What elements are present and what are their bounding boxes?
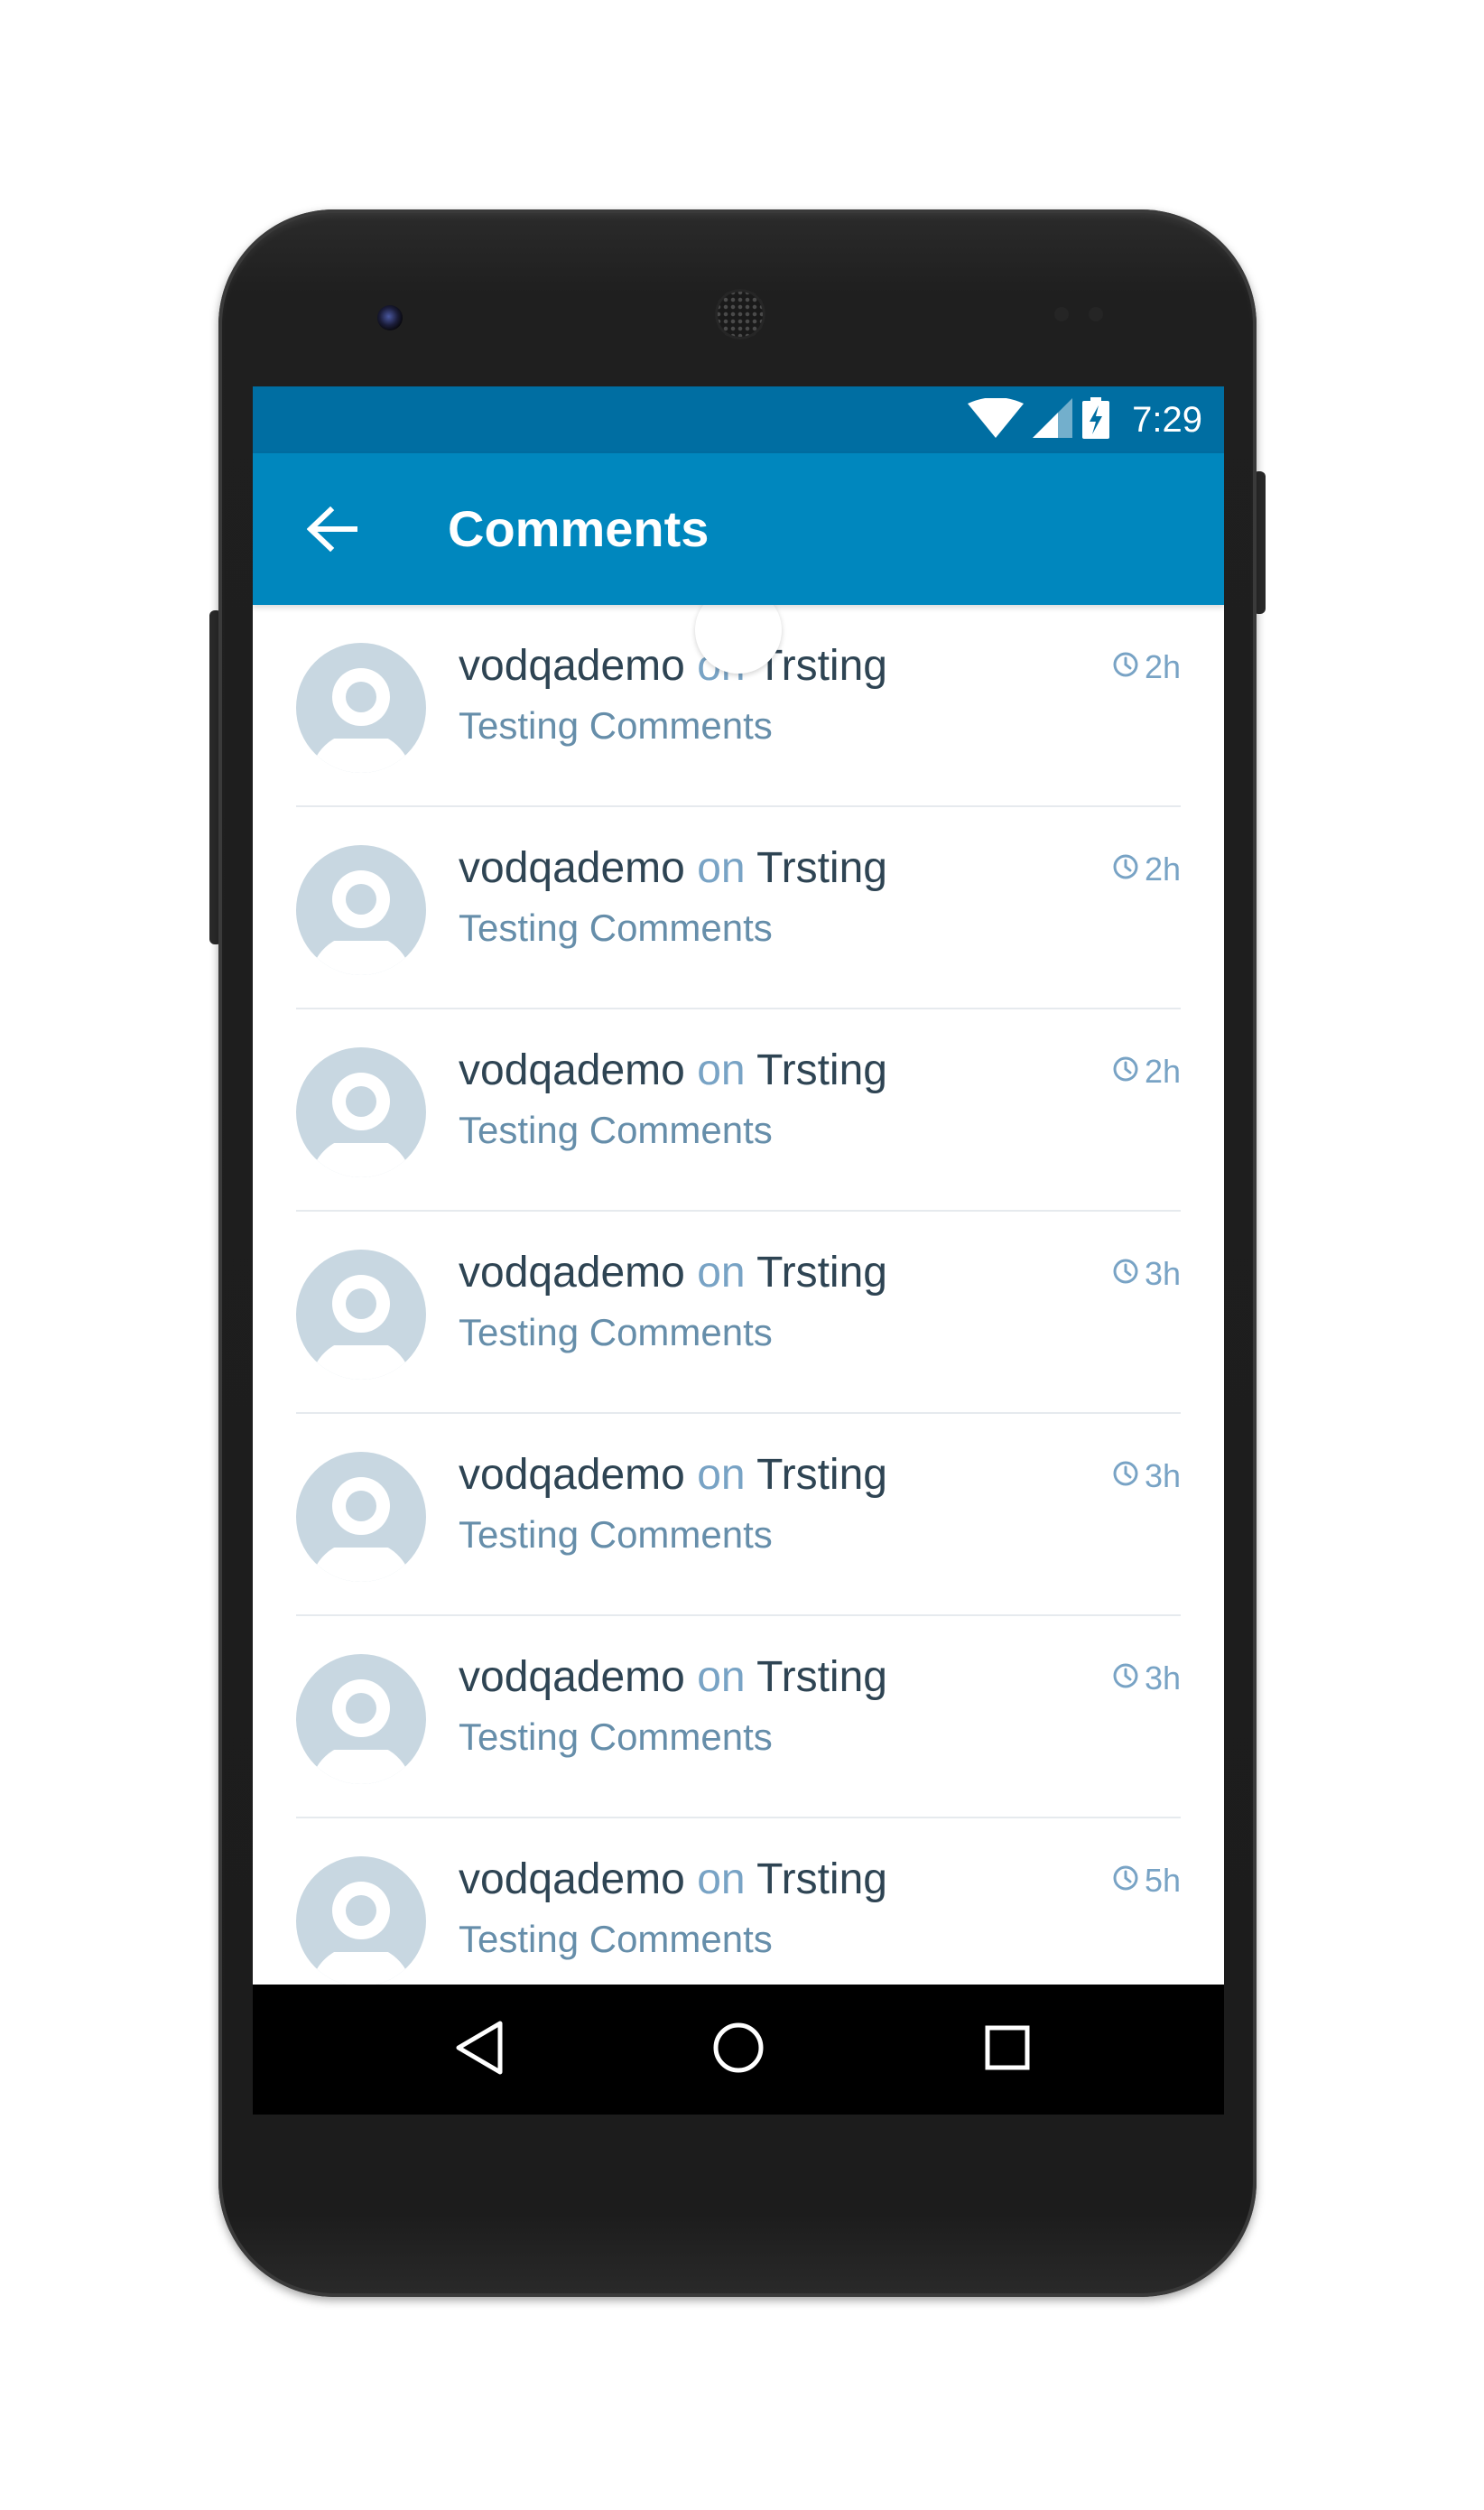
comment-timestamp: 2h <box>1112 648 1181 686</box>
comment-post-title: Trsting <box>756 1046 887 1094</box>
comment-time-label: 2h <box>1144 851 1181 888</box>
comment-connector: on <box>697 1855 746 1903</box>
proximity-sensor <box>1054 307 1069 321</box>
comment-row[interactable]: vodqademo on Trsting Testing Comments 3h <box>253 1212 1224 1414</box>
comment-text: vodqademo on Trsting Testing Comments <box>459 1649 1072 1764</box>
clock-icon <box>1112 1862 1139 1900</box>
comment-body: Testing Comments <box>459 1918 773 1960</box>
light-sensor <box>1089 307 1103 321</box>
comment-body: Testing Comments <box>459 1715 773 1758</box>
comment-title: vodqademo on Trsting <box>459 1851 1072 1909</box>
wifi-icon <box>968 397 1025 442</box>
comment-time-label: 5h <box>1144 1862 1181 1899</box>
avatar[interactable] <box>296 845 426 975</box>
comment-connector: on <box>697 1046 746 1094</box>
clock-icon <box>1112 648 1139 686</box>
comment-author: vodqademo <box>459 844 685 892</box>
recents-square-icon <box>984 2024 1031 2075</box>
status-bar: 7:29 <box>253 386 1224 453</box>
comment-timestamp: 3h <box>1112 1255 1181 1293</box>
clock-icon <box>1112 1659 1139 1697</box>
comment-time-label: 2h <box>1144 1053 1181 1090</box>
comment-time-label: 3h <box>1144 1255 1181 1292</box>
clock-icon <box>1112 1053 1139 1091</box>
comment-body: Testing Comments <box>459 1311 773 1353</box>
comment-row[interactable]: vodqademo on Trsting Testing Comments 3h <box>253 1616 1224 1818</box>
comment-time-label: 3h <box>1144 1659 1181 1697</box>
comment-title: vodqademo on Trsting <box>459 1244 1072 1302</box>
avatar[interactable] <box>296 1654 426 1784</box>
comment-title: vodqademo on Trsting <box>459 1446 1072 1504</box>
comment-title: vodqademo on Trsting <box>459 840 1072 897</box>
comment-text: vodqademo on Trsting Testing Comments <box>459 1244 1072 1360</box>
avatar[interactable] <box>296 1047 426 1177</box>
clock-icon <box>1112 1255 1139 1293</box>
comment-post-title: Trsting <box>756 1451 887 1499</box>
nav-home-button[interactable] <box>706 2017 771 2082</box>
comment-author: vodqademo <box>459 1653 685 1701</box>
comment-connector: on <box>697 1653 746 1701</box>
comment-post-title: Trsting <box>756 1653 887 1701</box>
avatar[interactable] <box>296 1250 426 1380</box>
comment-time-label: 2h <box>1144 648 1181 685</box>
arrow-left-icon <box>306 506 358 555</box>
comment-post-title: Trsting <box>756 1855 887 1903</box>
comment-body: Testing Comments <box>459 704 773 747</box>
cell-signal-icon <box>1033 398 1073 442</box>
comment-text: vodqademo on Trsting Testing Comments <box>459 1446 1072 1562</box>
status-icons: 7:29 <box>968 386 1202 453</box>
comment-author: vodqademo <box>459 1249 685 1297</box>
avatar[interactable] <box>296 643 426 773</box>
comment-connector: on <box>697 1451 746 1499</box>
comment-author: vodqademo <box>459 1451 685 1499</box>
comment-timestamp: 3h <box>1112 1457 1181 1495</box>
comment-title: vodqademo on Trsting <box>459 1042 1072 1100</box>
nav-back-button[interactable] <box>448 2017 513 2082</box>
comment-timestamp: 2h <box>1112 1053 1181 1091</box>
comment-text: vodqademo on Trsting Testing Comments <box>459 1851 1072 1966</box>
comment-post-title: Trsting <box>756 1249 887 1297</box>
comment-text: vodqademo on Trsting Testing Comments <box>459 840 1072 955</box>
comment-author: vodqademo <box>459 1855 685 1903</box>
page-title: Comments <box>448 500 710 557</box>
comment-title: vodqademo on Trsting <box>459 1649 1072 1706</box>
device-screen: 7:29 Comments vodqademo Trsting Testing … <box>253 386 1224 2115</box>
navigation-bar <box>253 1985 1224 2115</box>
avatar[interactable] <box>296 1452 426 1582</box>
comment-author: vodqademo <box>459 642 685 690</box>
comment-time-label: 3h <box>1144 1457 1181 1494</box>
comment-timestamp: 3h <box>1112 1659 1181 1697</box>
comment-row[interactable]: vodqademo on Trsting Testing Comments 2h <box>253 807 1224 1009</box>
comment-row[interactable]: vodqademo on Trsting Testing Comments 3h <box>253 1414 1224 1616</box>
earpiece-speaker <box>715 289 765 339</box>
comment-author: vodqademo <box>459 1046 685 1094</box>
comment-timestamp: 5h <box>1112 1862 1181 1900</box>
comment-body: Testing Comments <box>459 906 773 949</box>
comment-post-title: Trsting <box>756 844 887 892</box>
nav-recents-button[interactable] <box>975 2017 1040 2082</box>
comment-body: Testing Comments <box>459 1109 773 1151</box>
home-circle-icon <box>711 2021 765 2078</box>
clock-icon <box>1112 851 1139 888</box>
avatar[interactable] <box>296 1856 426 1986</box>
comment-timestamp: 2h <box>1112 851 1181 888</box>
front-camera <box>377 305 403 330</box>
app-bar: Comments <box>253 453 1224 605</box>
back-button[interactable] <box>296 495 368 567</box>
battery-charging-icon <box>1081 397 1110 442</box>
comment-text: vodqademo on Trsting Testing Comments <box>459 1042 1072 1157</box>
comment-connector: on <box>697 1249 746 1297</box>
clock-icon <box>1112 1457 1139 1495</box>
comment-row[interactable]: vodqademo on Trsting Testing Comments 2h <box>253 1009 1224 1212</box>
comment-body: Testing Comments <box>459 1513 773 1556</box>
status-time: 7:29 <box>1132 399 1202 440</box>
comment-connector: on <box>697 844 746 892</box>
comment-list[interactable]: vodqademo on Trsting Testing Comments 2h <box>253 605 1224 2021</box>
back-triangle-icon <box>455 2020 505 2079</box>
